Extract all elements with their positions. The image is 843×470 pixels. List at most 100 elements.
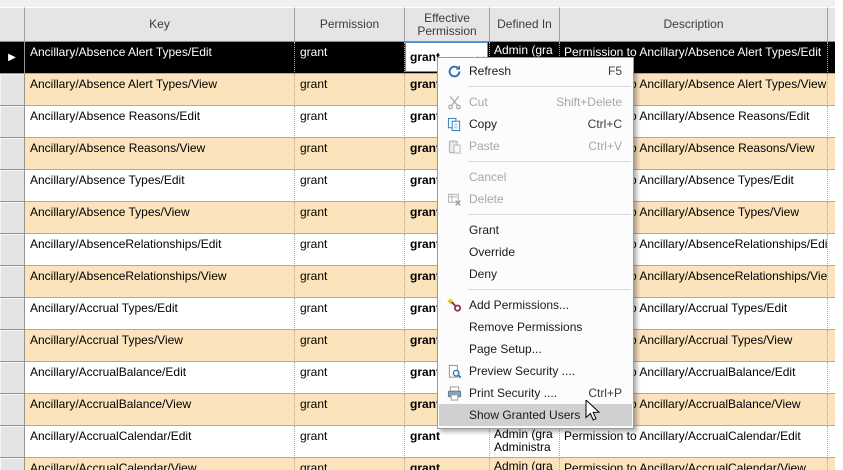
row-selector[interactable] <box>0 362 25 394</box>
menu-item-cut[interactable]: Cut Shift+Delete <box>439 91 632 113</box>
column-header-effective-permission[interactable]: Effective Permission <box>405 7 490 42</box>
cell-permission[interactable]: grant <box>295 394 405 426</box>
row-selector[interactable] <box>0 426 25 458</box>
menu-item-page-setup[interactable]: Page Setup... <box>439 338 632 360</box>
cell-description[interactable]: Permission to Ancillary/AccrualCalendar/… <box>560 426 828 458</box>
cell-key[interactable]: Ancillary/AbsenceRelationships/View <box>25 266 295 298</box>
cell-key[interactable]: Ancillary/Absence Reasons/Edit <box>25 106 295 138</box>
cell-permission[interactable]: grant <box>295 138 405 170</box>
menu-item-print-security[interactable]: Print Security .... Ctrl+P <box>439 382 632 404</box>
menu-item-label: Copy <box>469 117 498 131</box>
menu-item-grant[interactable]: Grant <box>439 219 632 241</box>
cell-permission[interactable]: grant <box>295 234 405 266</box>
cell-overflow <box>828 170 835 202</box>
menu-item-cancel[interactable]: Cancel <box>439 166 632 188</box>
column-header-permission[interactable]: Permission <box>295 7 405 42</box>
cell-key[interactable]: Ancillary/Absence Alert Types/View <box>25 74 295 106</box>
row-selector[interactable] <box>0 266 25 298</box>
cell-permission[interactable]: grant <box>295 74 405 106</box>
cell-key[interactable]: Ancillary/Absence Alert Types/Edit <box>25 42 295 74</box>
row-selector[interactable] <box>0 298 25 330</box>
cell-defined-in[interactable]: Admin (graAdministra <box>490 426 560 458</box>
table-row[interactable]: Ancillary/Accrual Types/EditgrantgrantAd… <box>0 298 835 330</box>
cell-permission[interactable]: grant <box>295 362 405 394</box>
cell-key[interactable]: Ancillary/Accrual Types/Edit <box>25 298 295 330</box>
grid-header-row: Key Permission Effective Permission Defi… <box>0 7 835 42</box>
menu-item-label: Refresh <box>469 64 512 78</box>
table-row[interactable]: Ancillary/Absence Types/ViewgrantgrantAd… <box>0 202 835 234</box>
cell-overflow <box>828 362 835 394</box>
row-header-corner[interactable] <box>0 7 25 42</box>
column-header-description[interactable]: Description <box>560 7 828 42</box>
context-menu: Refresh F5 Cut Shift+Delete Copy Ctrl+C Paste C… <box>437 57 634 429</box>
row-selector[interactable] <box>0 394 25 426</box>
menu-item-show-granted-users[interactable]: Show Granted Users <box>439 404 632 426</box>
row-selector[interactable]: ▶ <box>0 42 25 74</box>
row-selector[interactable] <box>0 170 25 202</box>
cell-effective-permission[interactable]: grant <box>405 426 490 458</box>
copy-icon <box>439 117 469 132</box>
cell-overflow <box>828 202 835 234</box>
table-row[interactable]: Ancillary/Absence Types/EditgrantgrantAd… <box>0 170 835 202</box>
menu-item-refresh[interactable]: Refresh F5 <box>439 60 632 82</box>
table-row[interactable]: Ancillary/Accrual Types/ViewgrantgrantAd… <box>0 330 835 362</box>
menu-separator <box>468 214 631 215</box>
cell-key[interactable]: Ancillary/AccrualCalendar/Edit <box>25 426 295 458</box>
cell-key[interactable]: Ancillary/Absence Types/Edit <box>25 170 295 202</box>
menu-item-remove-permissions[interactable]: Remove Permissions <box>439 316 632 338</box>
column-header-key[interactable]: Key <box>25 7 295 42</box>
cell-key[interactable]: Ancillary/AccrualCalendar/View <box>25 458 295 470</box>
cell-permission[interactable]: grant <box>295 426 405 458</box>
cell-overflow <box>828 298 835 330</box>
menu-item-shortcut: Ctrl+P <box>588 386 622 400</box>
menu-item-override[interactable]: Override <box>439 241 632 263</box>
cell-key[interactable]: Ancillary/Accrual Types/View <box>25 330 295 362</box>
cell-defined-in[interactable]: Admin (graAdministra <box>490 458 560 470</box>
cell-key[interactable]: Ancillary/Absence Types/View <box>25 202 295 234</box>
row-selector[interactable] <box>0 106 25 138</box>
cell-key[interactable]: Ancillary/AbsenceRelationships/Edit <box>25 234 295 266</box>
row-selector[interactable] <box>0 74 25 106</box>
cell-effective-permission[interactable]: grant <box>405 458 490 470</box>
table-row[interactable]: Ancillary/Absence Reasons/View grant grant… <box>0 138 835 170</box>
permissions-security-screen: Key Permission Effective Permission Defi… <box>0 0 843 470</box>
table-row[interactable]: Ancillary/Absence Alert Types/View grant g… <box>0 74 835 106</box>
cell-permission[interactable]: grant <box>295 266 405 298</box>
cell-permission[interactable]: grant <box>295 298 405 330</box>
cut-icon <box>439 95 469 110</box>
cell-overflow <box>828 138 835 170</box>
cell-key[interactable]: Ancillary/Absence Reasons/View <box>25 138 295 170</box>
table-row[interactable]: Ancillary/AccrualBalance/EditgrantgrantA… <box>0 362 835 394</box>
table-row[interactable]: Ancillary/AccrualCalendar/View grant grant… <box>0 458 835 470</box>
menu-item-label: Override <box>469 245 516 259</box>
menu-item-add-permissions[interactable]: Add Permissions... <box>439 294 632 316</box>
menu-item-copy[interactable]: Copy Ctrl+C <box>439 113 632 135</box>
cell-overflow <box>828 266 835 298</box>
row-selector[interactable] <box>0 234 25 266</box>
cell-permission[interactable]: grant <box>295 42 405 74</box>
row-selector[interactable] <box>0 458 25 470</box>
row-selector[interactable] <box>0 138 25 170</box>
table-row[interactable]: Ancillary/AccrualCalendar/Edit grant grant… <box>0 426 835 458</box>
row-selector[interactable] <box>0 330 25 362</box>
menu-item-paste[interactable]: Paste Ctrl+V <box>439 135 632 157</box>
table-row[interactable]: Ancillary/AbsenceRelationships/Edit grant… <box>0 234 835 266</box>
cell-description[interactable]: Permission to Ancillary/AccrualCalendar/… <box>560 458 828 470</box>
row-selector[interactable] <box>0 202 25 234</box>
cell-key[interactable]: Ancillary/AccrualBalance/View <box>25 394 295 426</box>
cell-permission[interactable]: grant <box>295 170 405 202</box>
cell-overflow <box>828 106 835 138</box>
cell-key[interactable]: Ancillary/AccrualBalance/Edit <box>25 362 295 394</box>
table-row[interactable]: Ancillary/AccrualBalance/ViewgrantgrantA… <box>0 394 835 426</box>
menu-item-delete[interactable]: Delete <box>439 188 632 210</box>
menu-item-deny[interactable]: Deny <box>439 263 632 285</box>
cell-permission[interactable]: grant <box>295 202 405 234</box>
table-row[interactable]: ▶ Ancillary/Absence Alert Types/Edit grant… <box>0 42 835 74</box>
table-row[interactable]: Ancillary/Absence Reasons/Edit grant grant… <box>0 106 835 138</box>
menu-item-preview-security[interactable]: Preview Security .... <box>439 360 632 382</box>
column-header-defined-in[interactable]: Defined In <box>490 7 560 42</box>
cell-permission[interactable]: grant <box>295 330 405 362</box>
cell-permission[interactable]: grant <box>295 458 405 470</box>
cell-permission[interactable]: grant <box>295 106 405 138</box>
table-row[interactable]: Ancillary/AbsenceRelationships/View grant… <box>0 266 835 298</box>
